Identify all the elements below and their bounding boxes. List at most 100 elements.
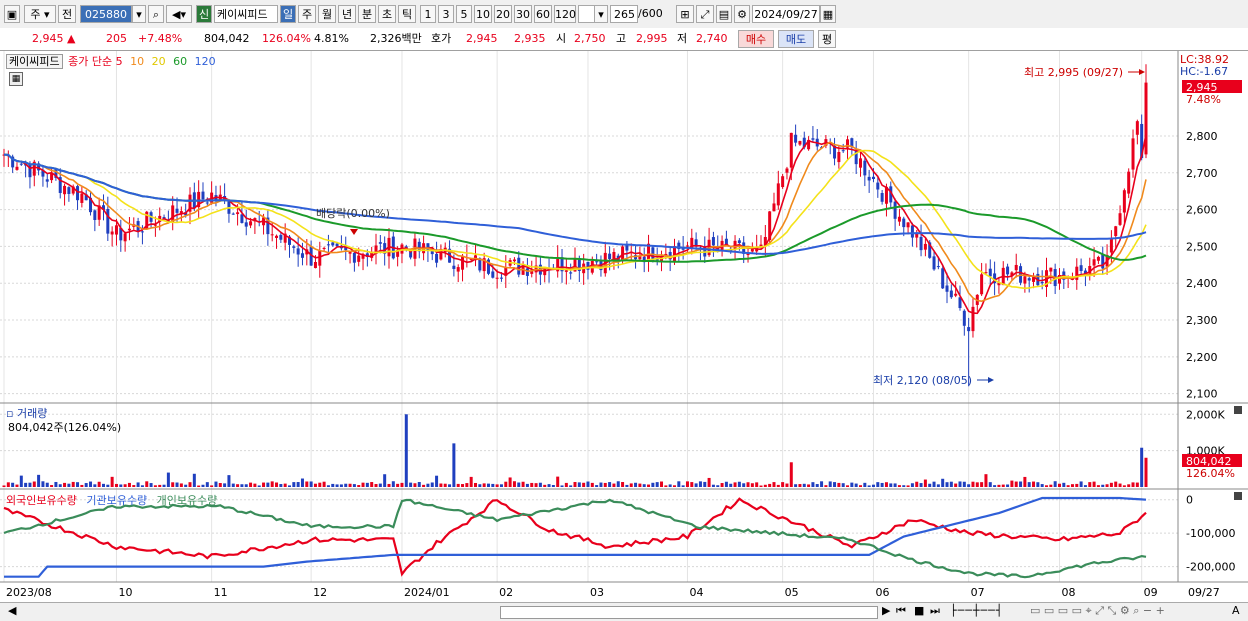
volume-bar (512, 481, 516, 487)
period-year[interactable]: 년 (338, 5, 356, 23)
holder-close-icon[interactable] (1234, 492, 1242, 500)
custom-period-dropdown-icon[interactable]: ▾ (594, 5, 608, 23)
volume-bar (370, 482, 374, 487)
search-icon[interactable]: ⌕ (148, 5, 164, 23)
volume-bar (573, 482, 577, 487)
draw-tool-icon[interactable]: ⤢ (696, 5, 714, 23)
volume-bar (41, 481, 45, 487)
legend-stock[interactable]: 케이씨피드 (6, 54, 63, 69)
candle-body (435, 253, 439, 263)
minute-5[interactable]: 5 (456, 5, 472, 23)
candle-body (962, 310, 966, 326)
sell-button[interactable]: 매도 (778, 30, 814, 48)
scroll-thumb[interactable] (500, 606, 878, 619)
volume-bar (1122, 485, 1126, 487)
indicator-icon[interactable]: ⊞ (676, 5, 694, 23)
scroll-right-icon[interactable]: ▶ (882, 604, 890, 617)
candle-body (140, 231, 144, 233)
volume-bar (871, 484, 875, 487)
code-input[interactable]: 025880 (80, 5, 132, 23)
period-month[interactable]: 월 (318, 5, 336, 23)
volume-bar (1032, 481, 1036, 487)
volume-bar (374, 484, 378, 487)
candle-body (1092, 259, 1096, 266)
candle-body (867, 176, 871, 181)
date-input[interactable]: 2024/09/27 (752, 5, 820, 23)
volume-bar (538, 482, 542, 487)
volume-bar (928, 483, 932, 487)
volume-bar (1062, 482, 1066, 487)
volume-bar (716, 485, 720, 487)
market-select[interactable]: 주 ▾ (24, 5, 56, 23)
x-tick: 06 (875, 586, 889, 599)
zoom-slider[interactable]: ├──┼──┤ (950, 604, 1003, 617)
bottom-scrollbar[interactable]: ◀ ▶ ⏮ ■ ⏭ ├──┼──┤ ▭ ▭ ▭ ▭ ⌖ ⤢ ⤡ ⚙ ⌕ − + … (0, 602, 1248, 621)
minute-3[interactable]: 3 (438, 5, 454, 23)
volume-close-icon[interactable] (1234, 406, 1242, 414)
volume-bar (642, 484, 646, 487)
price-y-tick: 2,700 (1186, 167, 1218, 180)
volume-bar (465, 483, 469, 487)
candle-body (15, 166, 19, 170)
last-page-icon[interactable]: ⏭ (930, 604, 940, 618)
volume-bar (802, 483, 806, 487)
period-tick[interactable]: 틱 (398, 5, 416, 23)
table-icon[interactable]: ▦ (9, 72, 23, 86)
calendar-icon[interactable]: ▦ (820, 5, 836, 23)
volume-bar (608, 482, 612, 487)
volume-bar (495, 484, 499, 487)
prev-button[interactable]: 전 (58, 5, 76, 23)
x-tick: 03 (590, 586, 604, 599)
candle-body (737, 240, 741, 244)
candle-body (1014, 264, 1018, 271)
volume-bar (19, 475, 23, 487)
minute-60[interactable]: 60 (534, 5, 552, 23)
volume-bar (569, 485, 573, 487)
candle-body (106, 208, 110, 234)
first-page-icon[interactable]: ⏮ (896, 604, 906, 618)
volume-bar (1092, 481, 1096, 487)
code-dropdown-icon[interactable]: ▾ (132, 5, 146, 23)
volume-bar (880, 482, 884, 487)
candle-body (980, 274, 984, 295)
volume-bar (179, 483, 183, 487)
period-day[interactable]: 일 (280, 5, 296, 23)
minute-10[interactable]: 10 (474, 5, 492, 23)
volume-bar (54, 481, 58, 487)
volume-bar (474, 482, 478, 487)
count-input[interactable]: 265 (610, 5, 638, 23)
volume-bar (772, 482, 776, 487)
eval-button[interactable]: 평 (818, 30, 836, 48)
volume-bar (166, 472, 170, 487)
period-second[interactable]: 초 (378, 5, 396, 23)
volume-bar (197, 485, 201, 487)
volume-bar (322, 481, 326, 487)
minute-1[interactable]: 1 (420, 5, 436, 23)
volume-bar (720, 483, 724, 487)
save-icon[interactable]: ▤ (716, 5, 732, 23)
scroll-left-icon[interactable]: ◀ (8, 604, 16, 617)
candle-body (1027, 278, 1031, 281)
volume-bar (776, 484, 780, 487)
volume-bar (612, 483, 616, 487)
minute-20[interactable]: 20 (494, 5, 512, 23)
buy-button[interactable]: 매수 (738, 30, 774, 48)
volume-bar (694, 483, 698, 487)
period-week[interactable]: 주 (298, 5, 316, 23)
volume-bar (352, 484, 356, 487)
speaker-icon[interactable]: ◀▾ (166, 5, 192, 23)
font-size-icon[interactable]: A (1232, 604, 1240, 617)
volume-bar (45, 482, 49, 487)
gear-icon[interactable]: ⚙ (734, 5, 750, 23)
candle-body (123, 233, 127, 242)
window-icon[interactable]: ▣ (4, 5, 20, 23)
volume-bar (469, 476, 473, 487)
volume-bar (257, 485, 261, 487)
layout-icons[interactable]: ▭ ▭ ▭ ▭ ⌖ ⤢ ⤡ ⚙ ⌕ − + (1030, 604, 1165, 618)
minute-30[interactable]: 30 (514, 5, 532, 23)
chart-area[interactable]: 2,800 2,700 2,600 2,500 2,400 2,300 2,200 2,100… (0, 51, 1248, 603)
stop-icon[interactable]: ■ (914, 604, 924, 617)
price-y-tick: 2,400 (1186, 277, 1218, 290)
period-minute[interactable]: 분 (358, 5, 376, 23)
minute-120[interactable]: 120 (554, 5, 576, 23)
